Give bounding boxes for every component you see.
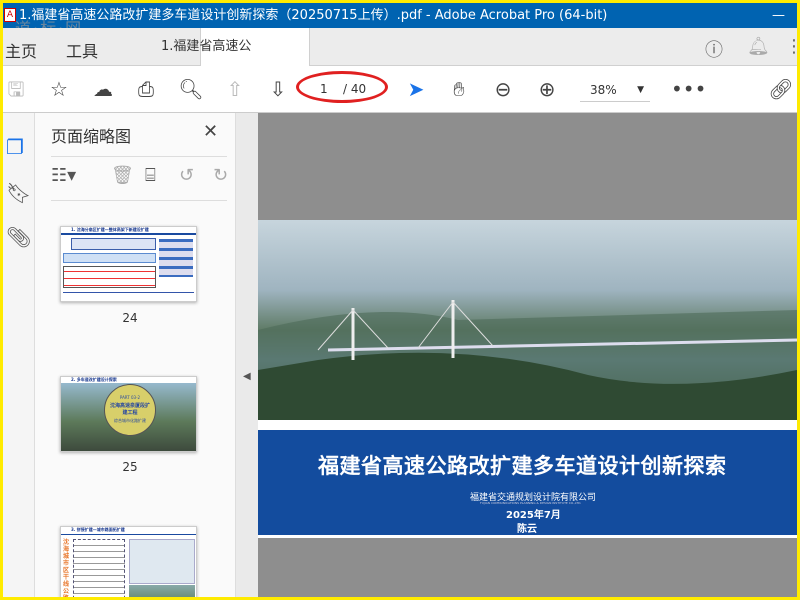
page-label: 25 (122, 460, 138, 474)
red-annotation-circle (296, 71, 388, 103)
panel-title: 页面缩略图 (51, 127, 132, 146)
tab-home[interactable]: 主页 (5, 38, 37, 62)
organization-name-en: FUJIAN COMMUNICATIONS PLANNING & DESIGN … (480, 501, 582, 505)
hand-tool-icon[interactable]: ✋︎ (446, 77, 472, 101)
minimize-button[interactable]: — (772, 3, 785, 28)
left-rail: ❐ 🔖︎ 📎︎ (3, 113, 35, 597)
print-icon[interactable]: ⎙ (133, 77, 159, 101)
toolbar: 🖫 ☆ ☁ ⎙ 🔍︎ ⇧ ⇩ 1 / 40 ➤ ✋︎ ⊖ ⊕ 38% ▼ ••• … (3, 66, 797, 113)
tab-document[interactable]: 1.福建省高速公路... × (161, 28, 310, 92)
delete-icon[interactable]: 🗑︎ (111, 165, 134, 186)
thumbnail-options-icon[interactable]: ☷▾ (51, 165, 76, 186)
circle-text: PART 03-2 (119, 395, 141, 400)
document-title: 福建省高速公路改扩建多车道设计创新探索 (318, 454, 727, 478)
window-title: 1.福建省高速公路改扩建多车道设计创新探索（20250715上传）.pdf - … (19, 8, 608, 23)
cloud-upload-icon[interactable]: ☁ (90, 77, 116, 101)
tab-bar: 主页 工具 1.福建省高速公路... × ⓘ 🔔︎ ⋮ (3, 28, 797, 92)
attachments-icon[interactable]: 📎︎ (6, 225, 31, 249)
page-label: 24 (122, 311, 138, 325)
rotate-left-icon[interactable]: ↺ (179, 165, 194, 186)
page-thumbnails-icon[interactable]: ❐ (6, 135, 24, 159)
save-icon[interactable]: 🖫 (3, 77, 29, 101)
collapse-panel-arrow-icon[interactable]: ◀ (243, 371, 251, 382)
document-date: 2025年7月 (506, 510, 561, 521)
page-thumbnail-24[interactable]: 1. 沈海分扇区扩建—整体高架下新建设扩建 (60, 226, 197, 302)
bookmarks-icon[interactable]: 🔖︎ (6, 181, 31, 205)
zoom-in-icon[interactable]: ⊕ (534, 77, 560, 101)
circle-text: 综合城市化路扩建 (114, 418, 146, 423)
document-author: 陈云 (517, 524, 537, 535)
zoom-value: 38% (590, 83, 617, 97)
title-band: 福建省高速公路改扩建多车道设计创新探索 福建省交通规划设计院有限公司 FUJIA… (258, 430, 797, 535)
zoom-out-icon[interactable]: ⊖ (490, 77, 516, 101)
bookmark-star-icon[interactable]: ☆ (46, 77, 72, 101)
previous-page-icon[interactable]: ⇧ (222, 77, 248, 101)
panel-splitter[interactable]: ◀ (235, 113, 258, 597)
thumb-title: 1. 沈海分扇区扩建—整体高架下新建设扩建 (61, 227, 196, 235)
next-page-icon[interactable]: ⇩ (265, 77, 291, 101)
bell-icon[interactable]: 🔔︎ (747, 36, 770, 57)
cover-photo-bridge (258, 220, 797, 420)
close-panel-button[interactable]: ✕ (203, 121, 218, 142)
page-thumbnail-25[interactable]: 2. 多车道改扩建设计探索 PART 03-2 沈海高速泉厦段扩建工程 综合城市… (60, 376, 197, 452)
divider (51, 200, 227, 201)
select-cursor-icon[interactable]: ➤ (403, 77, 429, 101)
pdf-page: 福建省高速公路改扩建多车道设计创新探索 福建省交通规划设计院有限公司 FUJIA… (258, 220, 797, 538)
share-link-icon[interactable]: 🔗︎ (768, 77, 794, 101)
chevron-down-icon: ▼ (637, 85, 644, 95)
more-vertical-icon[interactable]: ⋮ (785, 36, 797, 57)
title-bar: A 1.福建省高速公路改扩建多车道设计创新探索（20250715上传）.pdf … (3, 3, 797, 28)
help-icon[interactable]: ⓘ (705, 36, 723, 62)
thumbnails-panel: 页面缩略图 ✕ ☷▾ 🗑︎ ⌸ ↺ ↻ 1. 沈海分扇区扩建—整体高架下新建设扩… (35, 113, 267, 597)
divider (51, 156, 227, 157)
thumb-title: 3. 拼接扩建—城市路面拓扩建 (61, 527, 196, 535)
rotate-right-icon[interactable]: ↻ (213, 165, 228, 186)
more-tools-icon[interactable]: ••• (671, 77, 706, 101)
bridge-illustration (258, 300, 797, 420)
circle-text: 沈海高速泉厦段扩建工程 (109, 403, 150, 416)
search-zoom-icon[interactable]: 🔍︎ (178, 77, 204, 101)
acrobat-window: A 1.福建省高速公路改扩建多车道设计创新探索（20250715上传）.pdf … (3, 3, 797, 597)
thumb-title: 2. 多车道改扩建设计探索 (61, 377, 196, 383)
tab-tools[interactable]: 工具 (66, 38, 98, 62)
insert-page-icon[interactable]: ⌸ (145, 165, 156, 186)
zoom-select[interactable]: 38% ▼ (580, 78, 650, 102)
thumb-side-text: 沈海城市区干线公路扩建 (63, 539, 70, 597)
page-thumbnail-26[interactable]: 3. 拼接扩建—城市路面拓扩建 沈海城市区干线公路扩建 (60, 526, 197, 597)
document-view: 福建省高速公路改扩建多车道设计创新探索 福建省交通规划设计院有限公司 FUJIA… (258, 113, 797, 597)
